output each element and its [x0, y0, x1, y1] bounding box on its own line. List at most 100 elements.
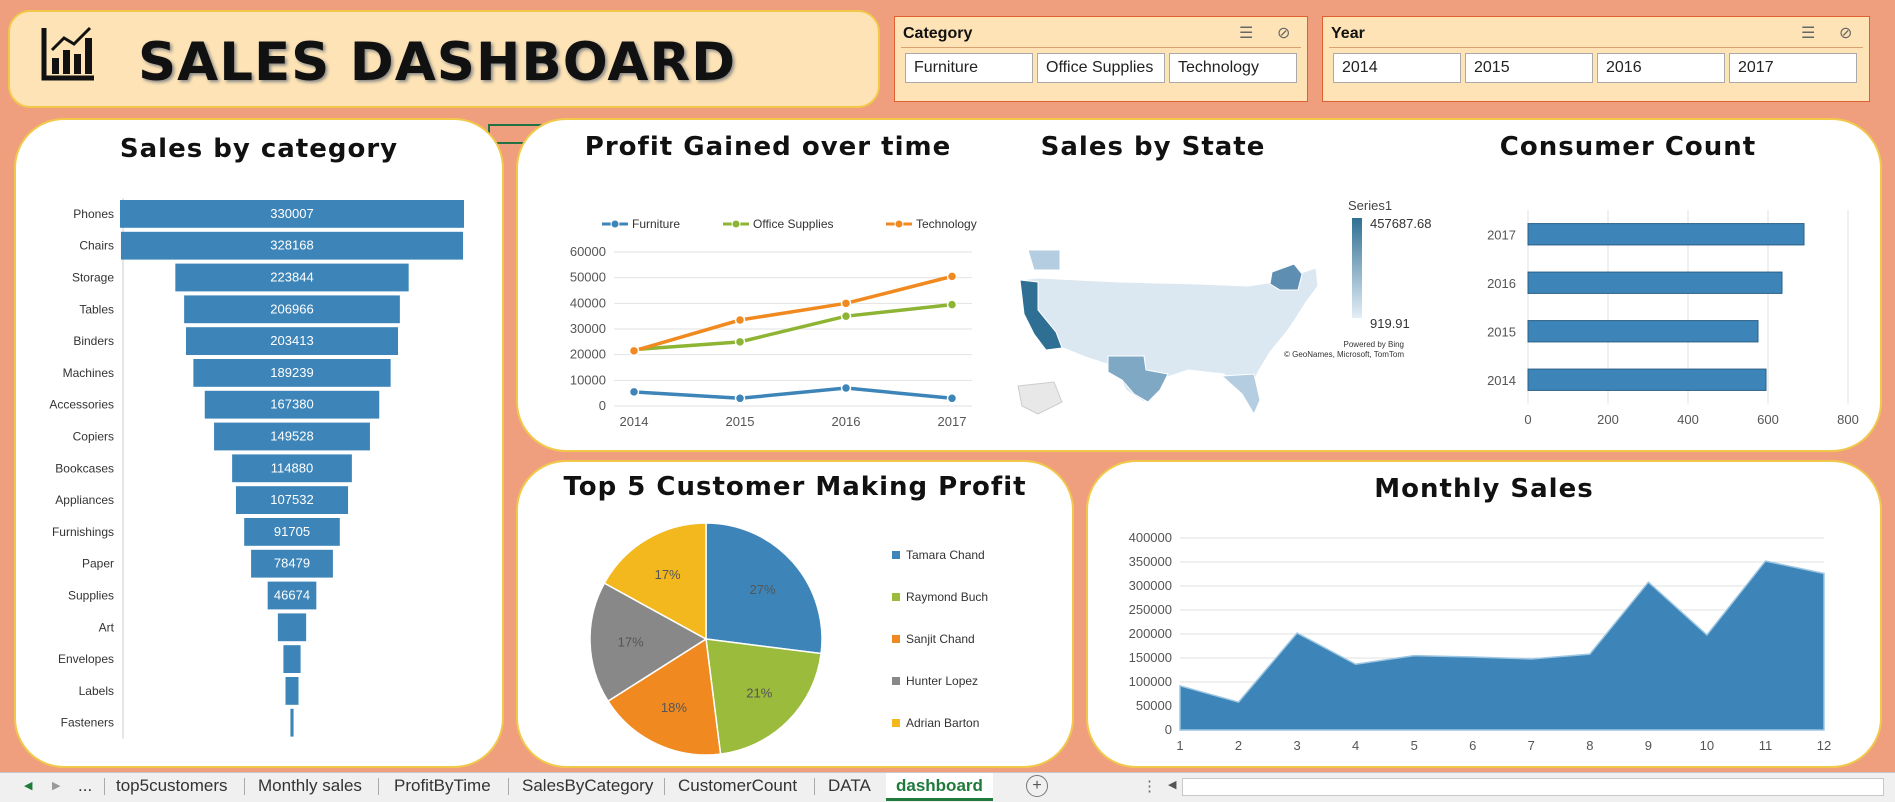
- prev-sheet-icon[interactable]: ◀: [24, 779, 32, 792]
- slicer-item-furniture[interactable]: Furniture: [905, 53, 1033, 83]
- category-tick-label: Supplies: [68, 589, 114, 603]
- tab-separator: [814, 778, 815, 795]
- x-tick-label: 4: [1352, 738, 1359, 753]
- y-tick-label: 10000: [570, 372, 606, 387]
- chart-icon: [41, 26, 94, 81]
- tab-profit-by-time[interactable]: ProfitByTime: [384, 773, 501, 800]
- y-tick-label: 100000: [1129, 674, 1172, 689]
- x-tick-label: 9: [1645, 738, 1652, 753]
- more-options-icon[interactable]: ⋮: [1142, 777, 1157, 795]
- pie-data-label: 17%: [618, 634, 644, 649]
- category-data-label: 189239: [270, 365, 313, 380]
- y-tick-label: 350000: [1129, 554, 1172, 569]
- category-data-label: 149528: [270, 429, 313, 444]
- y-tick-label: 40000: [570, 295, 606, 310]
- category-tick-label: Binders: [73, 334, 114, 348]
- legend-swatch-raymond-buch: [892, 593, 900, 601]
- legend-label: Office Supplies: [753, 217, 834, 231]
- pie-data-label: 17%: [655, 567, 681, 582]
- legend-label: Sanjit Chand: [906, 632, 975, 646]
- y-tick-label: 2014: [1487, 373, 1516, 388]
- consumer-count-title: Consumer Count: [1499, 132, 1757, 162]
- slicer-item-technology[interactable]: Technology: [1169, 53, 1297, 83]
- x-tick-label: 400: [1677, 412, 1699, 427]
- tab-separator: [664, 778, 665, 795]
- tab-separator: [378, 778, 379, 795]
- x-tick-label: 3: [1293, 738, 1300, 753]
- y-tick-label: 0: [1165, 722, 1172, 737]
- category-tick-label: Tables: [79, 302, 114, 316]
- category-bar-labels: [285, 677, 299, 705]
- sales-by-category-chart: Phones 330007 Chairs 328168 Storage 223844 Tab…: [49, 198, 464, 739]
- y-tick-label: 30000: [570, 321, 606, 336]
- dashboard-header: SALES DASHBOARD: [8, 10, 880, 108]
- category-tick-label: Phones: [73, 207, 114, 221]
- slicer-item-office-supplies[interactable]: Office Supplies: [1037, 53, 1165, 83]
- x-tick-label: 10: [1700, 738, 1714, 753]
- tab-sales-by-category[interactable]: SalesByCategory: [512, 773, 663, 800]
- category-data-label: 223844: [270, 270, 313, 285]
- x-tick-label: 600: [1757, 412, 1779, 427]
- category-slicer: Category ☰ ⊘ Furniture Office Supplies T…: [894, 16, 1308, 102]
- map-legend-title: Series1: [1348, 198, 1393, 213]
- tab-data[interactable]: DATA: [818, 773, 881, 800]
- map-credit-sources: © GeoNames, Microsoft, TomTom: [1284, 350, 1404, 359]
- top5-customers-title: Top 5 Customer Making Profit: [563, 472, 1027, 502]
- page-title: SALES DASHBOARD: [138, 32, 737, 93]
- map-alaska: [1017, 381, 1063, 415]
- map-credit-bing: Powered by Bing: [1343, 340, 1404, 349]
- legend-marker: [610, 219, 620, 229]
- category-tick-label: Fasteners: [61, 716, 114, 730]
- category-data-label: 91705: [274, 524, 310, 539]
- clear-filter-icon[interactable]: ⊘: [1277, 23, 1290, 43]
- horizontal-scrollbar[interactable]: [1182, 778, 1884, 796]
- slicer-divider: [901, 47, 1301, 48]
- x-tick-label: 5: [1411, 738, 1418, 753]
- more-sheets-button[interactable]: ...: [78, 776, 92, 796]
- y-tick-label: 200000: [1129, 626, 1172, 641]
- y-tick-label: 20000: [570, 347, 606, 362]
- us-map: [1017, 249, 1319, 416]
- legend-label: Raymond Buch: [906, 590, 988, 604]
- next-sheet-icon[interactable]: ▶: [52, 779, 60, 792]
- category-tick-label: Bookcases: [55, 461, 114, 475]
- category-slicer-title: Category: [903, 25, 973, 42]
- year-slicer: Year ☰ ⊘ 2014 2015 2016 2017: [1322, 16, 1870, 102]
- category-tick-label: Accessories: [49, 398, 114, 412]
- monthly-sales-area-chart: 0 50000 100000 150000 200000 250000 300000 3500…: [1129, 530, 1832, 753]
- category-tick-label: Copiers: [73, 430, 114, 444]
- add-sheet-button[interactable]: +: [1026, 775, 1048, 797]
- slicer-item-2017[interactable]: 2017: [1729, 53, 1857, 83]
- legend-label: Tamara Chand: [906, 548, 985, 562]
- map-us-mainland: [1019, 267, 1319, 403]
- tab-customer-count[interactable]: CustomerCount: [668, 773, 807, 800]
- category-tick-label: Machines: [63, 366, 114, 380]
- tab-dashboard-active[interactable]: dashboard: [886, 773, 993, 801]
- y-tick-label: 0: [599, 398, 606, 413]
- map-legend-gradient: [1352, 218, 1362, 318]
- slicer-item-2015[interactable]: 2015: [1465, 53, 1593, 83]
- multi-select-icon[interactable]: ☰: [1239, 23, 1253, 43]
- map-state-washington: [1027, 249, 1061, 271]
- x-tick-label: 2: [1235, 738, 1242, 753]
- multi-select-icon[interactable]: ☰: [1801, 23, 1815, 43]
- tab-monthly-sales[interactable]: Monthly sales: [248, 773, 372, 800]
- legend-label: Adrian Barton: [906, 716, 979, 730]
- slicer-item-2016[interactable]: 2016: [1597, 53, 1725, 83]
- category-bar-art: [277, 613, 307, 642]
- scroll-left-icon[interactable]: ◀: [1168, 778, 1176, 791]
- clear-filter-icon[interactable]: ⊘: [1839, 23, 1852, 43]
- legend-swatch-tamara-chand: [892, 551, 900, 559]
- slicer-item-2014[interactable]: 2014: [1333, 53, 1461, 83]
- consumer-bar-2015: [1527, 320, 1759, 343]
- category-data-label: 206966: [270, 301, 313, 316]
- y-tick-label: 250000: [1129, 602, 1172, 617]
- y-tick-label: 2016: [1487, 276, 1516, 291]
- category-data-label: 78479: [274, 556, 310, 571]
- y-tick-label: 2017: [1487, 227, 1516, 242]
- y-tick-label: 50000: [570, 270, 606, 285]
- tab-top5customers[interactable]: top5customers: [106, 773, 238, 800]
- category-data-label: 330007: [270, 206, 313, 221]
- map-state-florida: [1220, 373, 1261, 416]
- category-bar-fasteners: [290, 708, 294, 737]
